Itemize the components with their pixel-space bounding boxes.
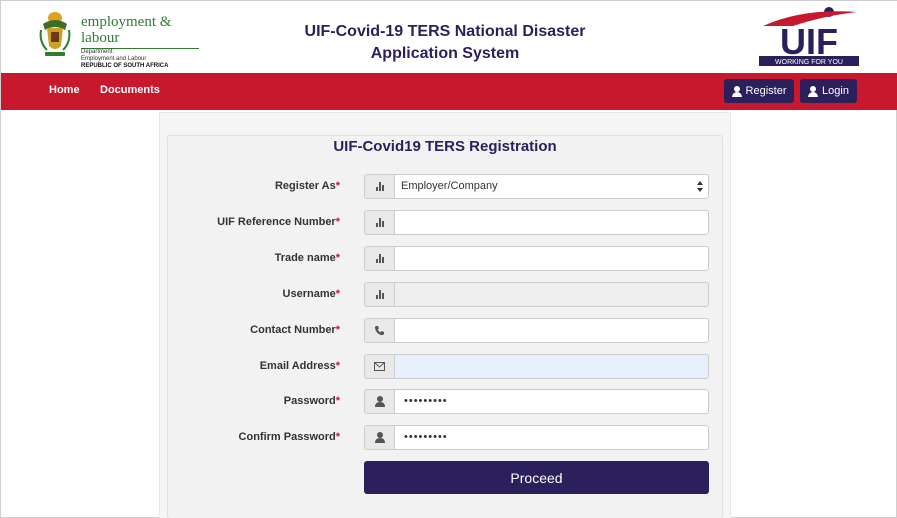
register-as-label: Register As*: [274, 180, 340, 192]
page-title-line2: Application System: [370, 45, 520, 62]
department-label: Department:: [81, 49, 115, 55]
confirm-password-row: Confirm Password* •••••••••: [167, 425, 723, 450]
department-name: employment & labour: [81, 14, 199, 49]
uif-reference-row: UIF Reference Number*: [167, 210, 723, 235]
uif-logo-text: UIF: [780, 21, 838, 62]
register-button-label: Register: [745, 85, 787, 97]
nav-home-link[interactable]: Home: [49, 84, 80, 96]
register-as-selected-value: Employer/Company: [401, 180, 498, 192]
confirm-password-input[interactable]: •••••••••: [394, 425, 709, 450]
bar-chart-icon: [364, 282, 394, 307]
page-title-line1: UIF-Covid-19 TERS National Disaster: [304, 23, 586, 40]
password-input[interactable]: •••••••••: [394, 389, 709, 414]
username-label: Username*: [282, 288, 340, 300]
trade-name-label: Trade name*: [274, 252, 340, 264]
login-button-label: Login: [822, 85, 849, 97]
register-button[interactable]: Register: [724, 79, 794, 103]
coat-of-arms-icon: [37, 10, 73, 58]
phone-icon: [364, 318, 394, 343]
uif-reference-input[interactable]: [394, 210, 709, 235]
password-row: Password* •••••••••: [167, 389, 723, 414]
login-button[interactable]: Login: [800, 79, 857, 103]
email-address-input[interactable]: [394, 354, 709, 379]
nav-documents-link[interactable]: Documents: [100, 84, 160, 96]
user-icon: [364, 389, 394, 414]
country-name: REPUBLIC OF SOUTH AFRICA: [81, 63, 169, 69]
contact-number-label: Contact Number*: [250, 324, 340, 336]
user-icon: [808, 85, 819, 97]
main-nav: Home Documents Register Login: [1, 73, 897, 110]
trade-name-input[interactable]: [394, 246, 709, 271]
contact-number-row: Contact Number*: [167, 318, 723, 343]
password-label: Password*: [283, 395, 340, 407]
select-arrows-icon: [697, 181, 703, 192]
form-title: UIF-Covid19 TERS Registration: [333, 138, 557, 155]
uif-logo[interactable]: UIF WORKING FOR YOU: [753, 4, 865, 68]
register-as-select[interactable]: Employer/Company: [394, 174, 709, 199]
contact-number-input[interactable]: [394, 318, 709, 343]
user-icon: [731, 85, 742, 97]
department-logo[interactable]: employment & labour Department: Employme…: [37, 10, 207, 69]
uif-reference-label: UIF Reference Number*: [217, 216, 340, 228]
username-input[interactable]: [394, 282, 709, 307]
envelope-icon: [364, 354, 394, 379]
site-header: employment & labour Department: Employme…: [1, 1, 897, 73]
proceed-button[interactable]: Proceed: [364, 461, 709, 494]
uif-logo-tagline: WORKING FOR YOU: [775, 59, 843, 66]
username-row: Username*: [167, 282, 723, 307]
bar-chart-icon: [364, 174, 394, 199]
page-title: UIF-Covid-19 TERS National Disaster Appl…: [301, 21, 589, 65]
confirm-password-label: Confirm Password*: [238, 431, 340, 443]
bar-chart-icon: [364, 210, 394, 235]
bar-chart-icon: [364, 246, 394, 271]
email-address-label: Email Address*: [259, 360, 340, 372]
trade-name-row: Trade name*: [167, 246, 723, 271]
user-icon: [364, 425, 394, 450]
department-full-name: Employment and Labour: [81, 56, 147, 62]
department-text: employment & labour Department: Employme…: [81, 14, 199, 69]
email-address-row: Email Address*: [167, 354, 723, 379]
register-as-row: Register As* Employer/Company: [167, 174, 723, 199]
